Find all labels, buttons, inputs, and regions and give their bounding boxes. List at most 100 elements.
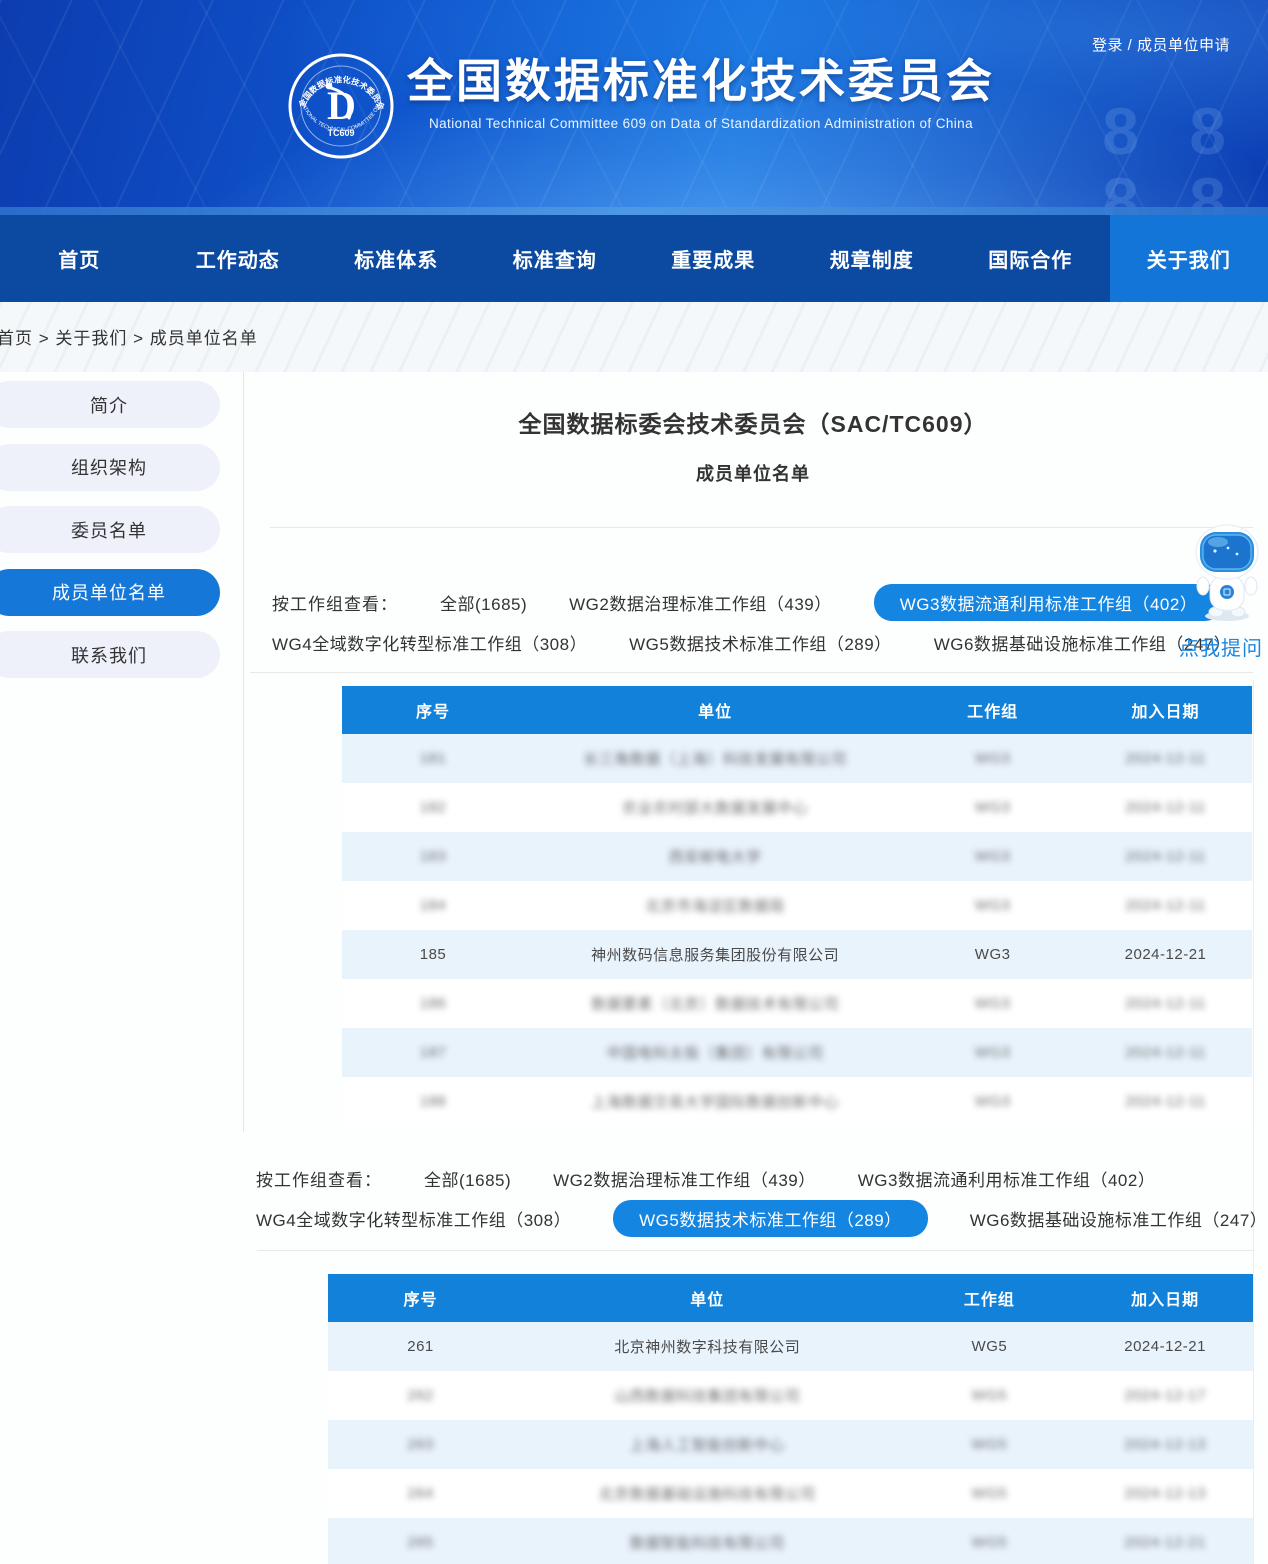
nav-item[interactable]: 标准查询 [476,215,635,302]
table-cell: 长三角数据（上海）科技发展有限公司 [524,734,906,783]
table-cell: 182 [342,783,524,832]
table-cell: 2024-12-21 [1077,1322,1253,1371]
filter-option[interactable]: WG3数据流通利用标准工作组（402） [858,1166,1156,1191]
sidebar-item[interactable]: 简介 [0,381,220,428]
table-row: 261北京神州数字科技有限公司WG52024-12-21 [328,1322,1253,1371]
table-header-cell: 工作组 [902,1274,1078,1322]
table-cell: 神州数码信息服务集团股份有限公司 [524,930,906,979]
main-nav: 首页工作动态标准体系标准查询重要成果规章制度国际合作关于我们 [0,215,1268,302]
table-cell: 数据要素（北京）数据技术有限公司 [524,979,906,1028]
table-cell: 2024-12-11 [1079,832,1252,881]
table-row: 263上海人工智能创新中心WG52024-12-13 [328,1420,1253,1469]
sidebar-item[interactable]: 成员单位名单 [0,569,220,616]
table-header-cell: 加入日期 [1077,1274,1253,1322]
table-cell: 2024-12-11 [1079,979,1252,1028]
table-cell: 北京神州数字科技有限公司 [513,1322,902,1371]
assistant-robot-icon[interactable] [1188,524,1266,626]
table-row: 185神州数码信息服务集团股份有限公司WG32024-12-21 [342,930,1252,979]
filter-option[interactable]: WG6数据基础设施标准工作组（247） [970,1206,1268,1231]
table-cell: 2024-12-13 [1077,1420,1253,1469]
filter-option[interactable]: WG5数据技术标准工作组（289） [613,1200,928,1237]
table-cell: WG3 [906,832,1079,881]
table-row: 184北京市海淀区数据局WG32024-12-11 [342,881,1252,930]
table-cell: 2024-12-13 [1077,1469,1253,1518]
nav-item[interactable]: 重要成果 [634,215,793,302]
site-subtitle: National Technical Committee 609 on Data… [407,116,995,131]
table-cell: 北京市海淀区数据局 [524,881,906,930]
table-cell: 2024-12-11 [1079,1028,1252,1077]
svg-text:TC609: TC609 [327,128,354,138]
member-table-wg5: 序号单位工作组加入日期261北京神州数字科技有限公司WG52024-12-212… [328,1274,1253,1564]
table-header-cell: 序号 [328,1274,513,1322]
table-cell: WG3 [906,783,1079,832]
workgroup-filter-1: 按工作组查看：全部(1685)WG2数据治理标准工作组（439）WG3数据流通利… [272,584,1231,664]
table-header-row: 序号单位工作组加入日期 [342,686,1252,734]
login-link[interactable]: 登录 / 成员单位申请 [1092,34,1230,55]
table-cell: 2024-12-11 [1079,881,1252,930]
sidebar-item[interactable]: 组织架构 [0,444,220,491]
filter-option[interactable]: WG5数据技术标准工作组（289） [629,630,892,655]
table-cell: WG5 [902,1469,1078,1518]
table-cell: 中国电科太极（集团）有限公司 [524,1028,906,1077]
committee-logo-icon: 全国数据标准化技术委员会 NATIONAL TECHNICAL COMMITTE… [287,52,395,160]
nav-item[interactable]: 首页 [0,215,159,302]
divider [270,527,1253,528]
workgroup-filter-2: 按工作组查看： 全部(1685) WG2数据治理标准工作组（439） WG3数据流通利… [256,1160,1267,1240]
nav-item[interactable]: 关于我们 [1110,215,1268,302]
filter-option[interactable]: WG3数据流通利用标准工作组（402） [874,584,1224,621]
table-header-row: 序号单位工作组加入日期 [328,1274,1253,1322]
filter-label: 按工作组查看： [256,1166,382,1191]
ask-me-link[interactable]: 点我提问 [1174,632,1268,661]
table-cell: WG5 [902,1518,1078,1564]
filter-option[interactable]: WG2数据治理标准工作组（439） [553,1166,816,1191]
table-cell: 山西数据科技集团有限公司 [513,1371,902,1420]
table-header-cell: 单位 [524,686,906,734]
table-header-cell: 单位 [513,1274,902,1322]
table-cell: 2024-12-17 [1077,1371,1253,1420]
table-cell: WG3 [906,1077,1079,1126]
table-cell: 263 [328,1420,513,1469]
table-cell: WG3 [906,1028,1079,1077]
page: 8 8 8 8 登录 / 成员单位申请 全国数据标准化技术委员会 NATIONA… [0,0,1268,1564]
table-header-cell: 序号 [342,686,524,734]
table-header-cell: 加入日期 [1079,686,1252,734]
page-subtitle: 成员单位名单 [248,460,1258,486]
table-cell: 265 [328,1518,513,1564]
table-cell: 2024-12-21 [1077,1518,1253,1564]
table-cell: 上海人工智能创新中心 [513,1420,902,1469]
table-cell: 186 [342,979,524,1028]
sidebar: 简介组织架构委员名单成员单位名单联系我们 [0,381,220,694]
divider [257,1250,1253,1251]
filter-option[interactable]: WG2数据治理标准工作组（439） [569,590,832,615]
nav-item[interactable]: 国际合作 [951,215,1110,302]
brand: 全国数据标准化技术委员会 NATIONAL TECHNICAL COMMITTE… [287,52,995,160]
table-cell: 农业农村部大数据发展中心 [524,783,906,832]
table-cell: 184 [342,881,524,930]
breadcrumb[interactable]: 首页 > 关于我们 > 成员单位名单 [0,324,258,349]
site-title: 全国数据标准化技术委员会 [407,52,995,110]
filter-option[interactable]: WG4全域数字化转型标准工作组（308） [272,630,587,655]
filter-option[interactable]: 全部(1685) [440,590,527,615]
table-row: 187中国电科太极（集团）有限公司WG32024-12-11 [342,1028,1252,1077]
table-cell: 185 [342,930,524,979]
nav-item[interactable]: 工作动态 [159,215,318,302]
sidebar-item[interactable]: 委员名单 [0,506,220,553]
header-banner: 8 8 8 8 登录 / 成员单位申请 全国数据标准化技术委员会 NATIONA… [0,0,1268,215]
table-row: 265数据智能科技有限公司WG52024-12-21 [328,1518,1253,1564]
divider [250,672,1253,673]
member-table-wg3: 序号单位工作组加入日期181长三角数据（上海）科技发展有限公司WG32024-1… [342,686,1252,1126]
sidebar-item[interactable]: 联系我们 [0,631,220,678]
nav-item[interactable]: 标准体系 [317,215,476,302]
filter-option[interactable]: 全部(1685) [424,1166,511,1191]
filter-option[interactable]: WG4全域数字化转型标准工作组（308） [256,1206,571,1231]
divider-vertical-left [243,372,244,1132]
table-cell: 2024-12-11 [1079,1077,1252,1126]
table-cell: WG3 [906,881,1079,930]
table-cell: WG5 [902,1322,1078,1371]
table-cell: WG5 [902,1420,1078,1469]
table-cell: 2024-12-11 [1079,734,1252,783]
table-cell: WG5 [902,1371,1078,1420]
nav-item[interactable]: 规章制度 [793,215,952,302]
table-cell: 262 [328,1371,513,1420]
table-cell: 上海数据交易大学国际数据创新中心 [524,1077,906,1126]
